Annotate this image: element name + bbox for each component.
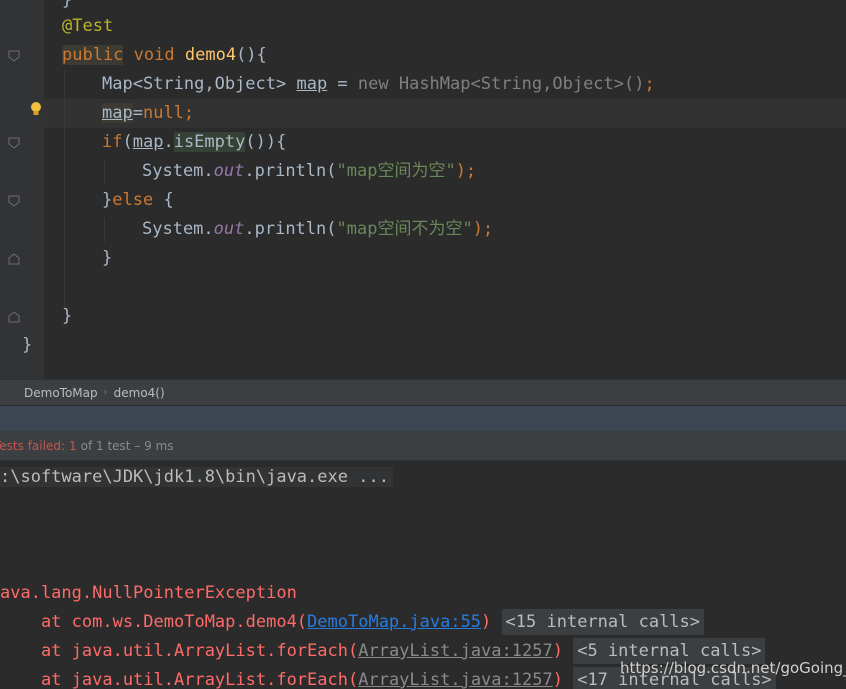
assign-eq: = (132, 103, 143, 123)
semicolon: ; (183, 103, 195, 123)
keyword-void: void (133, 45, 175, 65)
method-signature: (){ (236, 45, 267, 65)
watermark: https://blog.csdn.net/goGoing_ (620, 659, 846, 677)
frame-prefix: at java.util.ArrayList.forEach( (0, 641, 359, 661)
tests-failed-label: Tests failed: (0, 438, 65, 453)
code-line: public void demo4(){ (62, 41, 267, 70)
null-literal: null (142, 103, 184, 123)
code-line: if(map.isEmpty()){ (102, 128, 286, 157)
statement-end: ); (472, 219, 494, 239)
keyword-public: public (62, 45, 124, 65)
fold-if-icon[interactable] (8, 137, 20, 149)
code-line: map=null; (102, 99, 194, 128)
decl-end: () (624, 74, 645, 94)
intention-bulb-icon[interactable] (29, 101, 43, 117)
java-command[interactable]: :\software\JDK\jdk1.8\bin\java.exe ... (0, 467, 393, 487)
editor-gutter (0, 0, 44, 379)
exception-name: ava.lang.NullPointerException (0, 583, 297, 603)
watermark-url: https://blog.csdn.net/goGoing_ (620, 659, 846, 677)
println-call: .println( (244, 219, 337, 239)
brace: { (153, 190, 174, 210)
source-link[interactable]: ArrayList.java:1257 (358, 641, 552, 661)
exception-line: ava.lang.NullPointerException (0, 579, 297, 608)
indent-guide (64, 70, 65, 308)
keyword-if: if (102, 132, 123, 152)
fold-method-icon[interactable] (8, 50, 20, 62)
decl-type: Map<String,Object> (102, 74, 297, 94)
semicolon: ; (644, 74, 655, 94)
test-status-bar: Tests failed: 1 of 1 test – 9 ms (0, 431, 846, 461)
code-line: System.out.println("map空间为空"); (142, 157, 476, 186)
out-field: out (213, 219, 245, 239)
brace: } (62, 0, 73, 10)
code-line: @Test (62, 12, 113, 41)
test-annotation: @Test (62, 16, 114, 36)
statement-end: ); (455, 161, 477, 181)
console-output[interactable]: :\software\JDK\jdk1.8\bin\java.exe ... a… (0, 461, 846, 689)
paren: ( (122, 132, 133, 152)
keyword-else: else (112, 190, 154, 210)
method-name: demo4 (184, 45, 237, 65)
run-tool-window-header (0, 405, 846, 431)
breadcrumb: DemoToMap › demo4() (0, 379, 846, 405)
internal-calls-fold[interactable]: <15 internal calls> (501, 609, 705, 635)
assign-var: map (102, 103, 133, 123)
system-ref: System. (142, 219, 214, 239)
source-link[interactable]: ArrayList.java:1257 (358, 670, 552, 689)
println-call: .println( (244, 161, 337, 181)
code-line: }else { (102, 186, 174, 215)
is-empty-call: isEmpty (173, 132, 246, 152)
brace: } (102, 248, 113, 268)
fold-else-icon[interactable] (8, 195, 20, 207)
frame-prefix: at com.ws.DemoToMap.demo4( (0, 612, 308, 632)
tests-failed-count: 1 (69, 438, 77, 453)
breadcrumb-method[interactable]: demo4() (108, 386, 171, 400)
frame-suffix: ) (481, 612, 492, 632)
code-line: } (102, 244, 112, 273)
stack-frame: at com.ws.DemoToMap.demo4(DemoToMap.java… (0, 608, 705, 637)
out-field: out (213, 161, 245, 181)
code-line: } (22, 331, 32, 360)
indent-guide (104, 160, 105, 184)
brace: } (102, 190, 113, 210)
code-line: } (62, 302, 72, 331)
frame-suffix: ) (552, 670, 563, 689)
string-literal: "map空间为空" (336, 161, 456, 181)
fold-end-icon[interactable] (8, 253, 20, 265)
breadcrumb-class[interactable]: DemoToMap (18, 386, 104, 400)
code-line: System.out.println("map空间不为空"); (142, 215, 493, 244)
source-link[interactable]: DemoToMap.java:55 (307, 612, 481, 632)
string-literal: "map空间不为空" (336, 219, 473, 239)
frame-suffix: ) (552, 641, 563, 661)
if-rest: ()){ (245, 132, 287, 152)
brace: } (22, 335, 33, 355)
tests-summary: of 1 test – 9 ms (80, 438, 174, 453)
if-var: map (132, 132, 164, 152)
decl-eq: = (327, 74, 358, 94)
decl-new: new HashMap<String,Object> (357, 74, 625, 94)
decl-var: map (296, 74, 328, 94)
code-editor[interactable]: } @Test public void demo4(){ Map<String,… (0, 0, 846, 379)
brace: } (62, 306, 73, 326)
dot: . (163, 132, 174, 152)
code-line: Map<String,Object> map = new HashMap<Str… (102, 70, 655, 99)
console-command-line: :\software\JDK\jdk1.8\bin\java.exe ... (0, 463, 393, 492)
system-ref: System. (142, 161, 214, 181)
fold-method-end-icon[interactable] (8, 311, 20, 323)
indent-guide (104, 218, 105, 242)
frame-prefix: at java.util.ArrayList.forEach( (0, 670, 359, 689)
